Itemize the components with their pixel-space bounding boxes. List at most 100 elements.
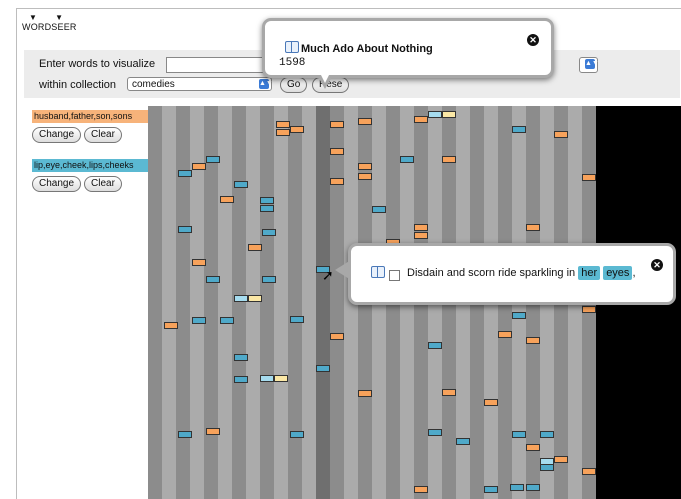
- play-column[interactable]: [176, 106, 190, 499]
- collection-select[interactable]: comedies ▲▼: [127, 77, 273, 91]
- occurrence-mark-face[interactable]: [220, 317, 234, 324]
- close-icon[interactable]: ✕: [651, 259, 663, 271]
- occurrence-mark-family[interactable]: [358, 163, 372, 170]
- occurrence-mark-family[interactable]: [526, 444, 540, 451]
- occurrence-mark-face[interactable]: [290, 316, 304, 323]
- occurrence-mark-face[interactable]: [428, 429, 442, 436]
- occurrence-mark-family[interactable]: [330, 148, 344, 155]
- occurrence-mark-face[interactable]: [206, 156, 220, 163]
- occurrence-mark-family[interactable]: [442, 156, 456, 163]
- occurrence-mark-family[interactable]: [192, 259, 206, 266]
- occurrence-mark-face[interactable]: [428, 342, 442, 349]
- occurrence-mark-family[interactable]: [414, 232, 428, 239]
- occurrence-mark-face[interactable]: [262, 229, 276, 236]
- play-column[interactable]: [246, 106, 260, 499]
- occurrence-mark-family[interactable]: [274, 375, 288, 382]
- occurrence-mark-face[interactable]: [540, 464, 554, 471]
- wordseer-logo[interactable]: ▼ ▼ WORDSEER: [22, 14, 77, 33]
- occurrence-mark-family[interactable]: [290, 126, 304, 133]
- occurrence-mark-face[interactable]: [260, 375, 274, 382]
- occurrence-mark-family[interactable]: [192, 163, 206, 170]
- occurrence-mark-family[interactable]: [330, 178, 344, 185]
- occurrence-mark-family[interactable]: [330, 333, 344, 340]
- occurrence-mark-face[interactable]: [290, 431, 304, 438]
- collection-label: within collection: [39, 79, 117, 91]
- occurrence-mark-family[interactable]: [358, 173, 372, 180]
- occurrence-mark-family[interactable]: [442, 389, 456, 396]
- play-column[interactable]: [218, 106, 232, 499]
- occurrence-mark-face[interactable]: [400, 156, 414, 163]
- occurrence-mark-family[interactable]: [498, 331, 512, 338]
- collection-selected: comedies: [132, 79, 175, 90]
- occurrence-mark-family[interactable]: [358, 390, 372, 397]
- occurrence-mark-face[interactable]: [260, 205, 274, 212]
- select-arrows-icon: ▲▼: [259, 79, 273, 89]
- play-column[interactable]: [232, 106, 246, 499]
- occurrence-mark-face[interactable]: [526, 484, 540, 491]
- occurrence-mark-family[interactable]: [248, 244, 262, 251]
- occurrence-mark-face[interactable]: [178, 226, 192, 233]
- occurrence-mark-family[interactable]: [164, 322, 178, 329]
- play-column[interactable]: [162, 106, 176, 499]
- occurrence-mark-face[interactable]: [510, 484, 524, 491]
- occurrence-mark-face[interactable]: [234, 295, 248, 302]
- play-tooltip: Much Ado About Nothing 1598 ✕: [262, 18, 554, 89]
- occurrence-mark-family[interactable]: [358, 118, 372, 125]
- occurrence-mark-family[interactable]: [582, 306, 596, 313]
- play-column[interactable]: [260, 106, 274, 499]
- occurrence-mark-family[interactable]: [330, 121, 344, 128]
- occurrence-mark-face[interactable]: [192, 317, 206, 324]
- play-column[interactable]: [330, 106, 344, 499]
- occurrence-mark-family[interactable]: [554, 456, 568, 463]
- occurrence-mark-face[interactable]: [512, 431, 526, 438]
- occurrence-mark-face[interactable]: [512, 126, 526, 133]
- play-column[interactable]: [288, 106, 302, 499]
- play-column[interactable]: [274, 106, 288, 499]
- occurrence-mark-family[interactable]: [484, 399, 498, 406]
- clear-button-face[interactable]: Clear: [84, 176, 122, 192]
- occurrence-mark-face[interactable]: [178, 431, 192, 438]
- occurrence-mark-face[interactable]: [316, 365, 330, 372]
- occurrence-mark-face[interactable]: [260, 197, 274, 204]
- occurrence-mark-family[interactable]: [554, 131, 568, 138]
- go-button[interactable]: Go: [280, 77, 308, 93]
- book-icon[interactable]: [371, 266, 385, 278]
- occurrence-mark-family[interactable]: [248, 295, 262, 302]
- change-button-face[interactable]: Change: [32, 176, 82, 192]
- occurrence-mark-family[interactable]: [220, 196, 234, 203]
- play-column-hovered[interactable]: [316, 106, 330, 499]
- occurrence-mark-face[interactable]: [512, 312, 526, 319]
- occurrence-mark-family[interactable]: [276, 121, 290, 128]
- book-icon[interactable]: [285, 41, 299, 53]
- occurrence-mark-face[interactable]: [178, 170, 192, 177]
- occurrence-mark-face[interactable]: [372, 206, 386, 213]
- play-column[interactable]: [148, 106, 162, 499]
- occurrence-mark-face[interactable]: [206, 276, 220, 283]
- occurrence-mark-family[interactable]: [526, 224, 540, 231]
- play-column[interactable]: [204, 106, 218, 499]
- occurrence-mark-face[interactable]: [234, 354, 248, 361]
- occurrence-mark-family[interactable]: [582, 468, 596, 475]
- occurrence-mark-face[interactable]: [428, 111, 442, 118]
- close-icon[interactable]: ✕: [527, 34, 539, 46]
- occurrence-mark-family[interactable]: [414, 224, 428, 231]
- occurrence-mark-face[interactable]: [262, 276, 276, 283]
- occurrence-mark-family[interactable]: [414, 116, 428, 123]
- checkbox-icon[interactable]: [389, 270, 400, 281]
- occurrence-mark-face[interactable]: [540, 431, 554, 438]
- occurrence-mark-face[interactable]: [234, 376, 248, 383]
- occurrence-mark-face[interactable]: [234, 181, 248, 188]
- occurrence-mark-family[interactable]: [206, 428, 220, 435]
- change-button-family[interactable]: Change: [32, 127, 82, 143]
- occurrence-mark-face[interactable]: [484, 486, 498, 493]
- occurrence-mark-family[interactable]: [276, 129, 290, 136]
- highlight-word: eyes: [603, 266, 633, 280]
- occurrence-mark-family[interactable]: [442, 111, 456, 118]
- play-column[interactable]: [302, 106, 316, 499]
- occurrence-mark-family[interactable]: [526, 337, 540, 344]
- secondary-select[interactable]: ▲▼: [579, 57, 599, 73]
- occurrence-mark-family[interactable]: [414, 486, 428, 493]
- occurrence-mark-face[interactable]: [456, 438, 470, 445]
- occurrence-mark-family[interactable]: [582, 174, 596, 181]
- clear-button-family[interactable]: Clear: [84, 127, 122, 143]
